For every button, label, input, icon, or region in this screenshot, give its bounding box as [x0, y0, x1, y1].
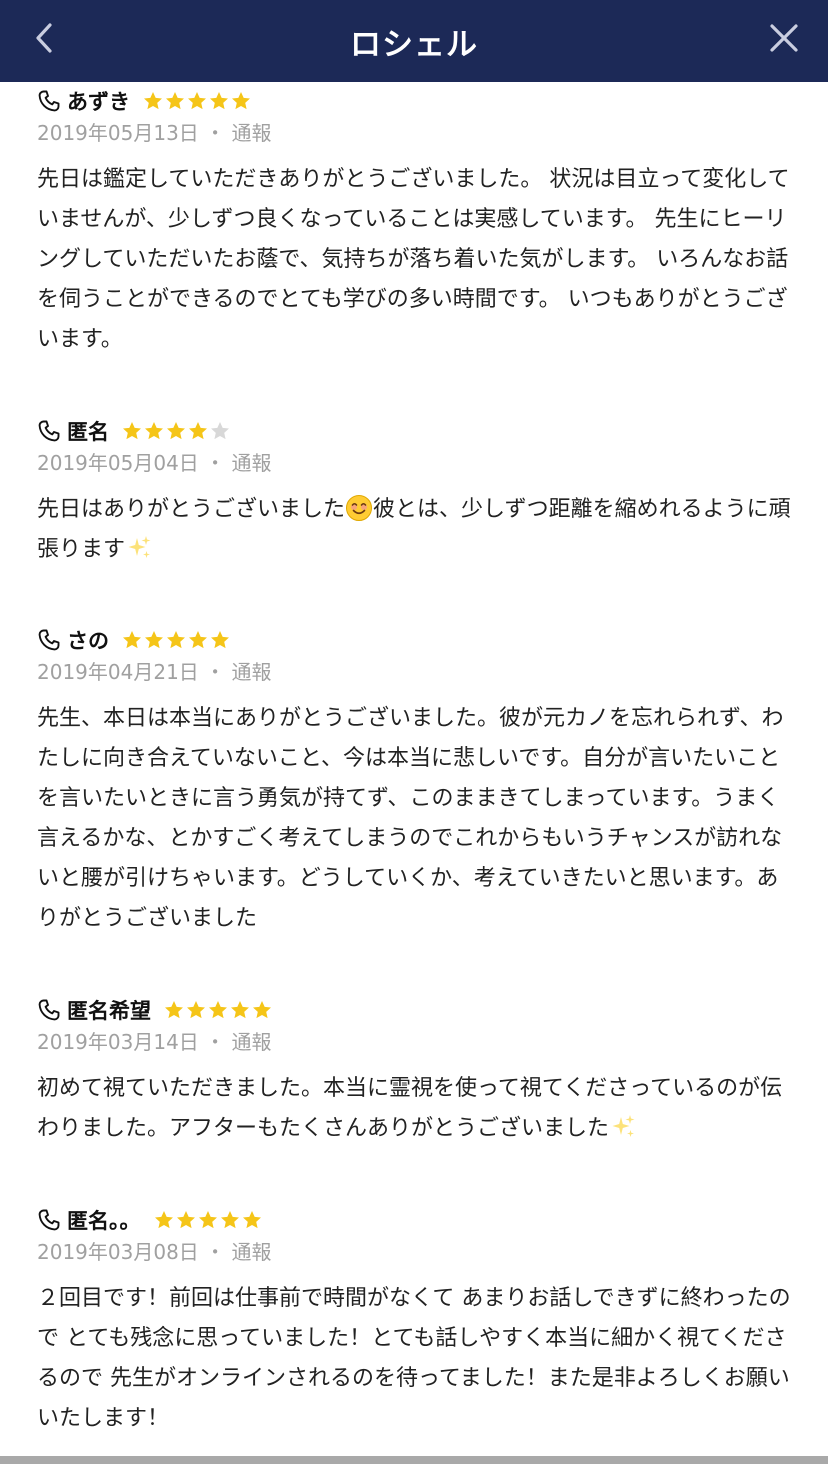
star-empty-icon	[211, 422, 229, 440]
review-item: 匿名。。 2019年03月08日 ・ 通報 ２回目です！前回は仕事前で時間がなく…	[0, 1203, 828, 1439]
review-date: 2019年03月08日	[37, 1240, 199, 1264]
chevron-left-icon	[36, 23, 52, 53]
star-filled-icon	[188, 92, 206, 110]
meta-separator: ・	[205, 660, 226, 684]
review-date: 2019年05月04日	[37, 451, 199, 475]
star-filled-icon	[189, 422, 207, 440]
star-filled-icon	[166, 92, 184, 110]
star-filled-icon	[187, 1001, 205, 1019]
review-header: あずき	[37, 84, 792, 118]
star-filled-icon	[144, 92, 162, 110]
review-text-part: 初めて視ていただきました。本当に霊視を使って視てくださっているのが伝わりました。…	[37, 1076, 783, 1141]
report-link[interactable]: 通報	[232, 660, 272, 684]
meta-separator: ・	[205, 1030, 226, 1054]
star-filled-icon	[198, 1211, 217, 1229]
review-header: 匿名。。	[37, 1203, 792, 1237]
review-text: 初めて視ていただきました。本当に霊視を使って視てくださっているのが伝わりました。…	[37, 1069, 792, 1149]
star-filled-icon	[165, 1001, 183, 1019]
review-date: 2019年04月21日	[37, 660, 199, 684]
star-filled-icon	[145, 422, 163, 440]
report-link[interactable]: 通報	[232, 121, 272, 145]
reviewer-name: 匿名	[67, 420, 109, 444]
review-text: 先日はありがとうございました 彼とは、少しずつ距離を縮めれるように頑張ります	[37, 490, 792, 570]
review-meta: 2019年05月13日 ・ 通報	[37, 118, 792, 148]
sparkles-emoji-icon	[609, 1113, 637, 1141]
review-text: ２回目です！前回は仕事前で時間がなくて あまりお話しできずに終わったので とても…	[37, 1286, 791, 1431]
review-item: さの 2019年04月21日 ・ 通報 先生、本日は本当にありがとうございました…	[0, 623, 828, 939]
report-link[interactable]: 通報	[232, 451, 272, 475]
star-rating	[163, 999, 273, 1021]
review-meta: 2019年05月04日 ・ 通報	[37, 448, 792, 478]
header-bar: ロシェル	[0, 0, 828, 82]
review-text-part: 先日はありがとうございました	[37, 497, 346, 522]
star-rating	[142, 90, 252, 112]
star-rating	[121, 420, 231, 442]
star-filled-icon	[232, 92, 250, 110]
report-link[interactable]: 通報	[232, 1240, 272, 1264]
close-button[interactable]	[762, 16, 806, 60]
reviewer-name: 匿名。。	[67, 1209, 141, 1233]
meta-separator: ・	[205, 121, 226, 145]
phone-icon	[37, 89, 61, 113]
star-filled-icon	[123, 631, 141, 649]
meta-separator: ・	[205, 1240, 226, 1264]
review-date: 2019年05月13日	[37, 121, 199, 145]
star-filled-icon	[231, 1001, 249, 1019]
star-filled-icon	[209, 1001, 227, 1019]
star-filled-icon	[242, 1211, 261, 1229]
review-meta: 2019年04月21日 ・ 通報	[37, 657, 792, 687]
page-title: ロシェル	[350, 26, 478, 63]
back-button[interactable]	[24, 16, 64, 60]
bottom-divider	[0, 1456, 828, 1464]
review-header: 匿名	[37, 414, 792, 448]
phone-icon	[37, 419, 61, 443]
star-filled-icon	[210, 92, 228, 110]
close-icon	[770, 24, 798, 52]
review-text: 先生、本日は本当にありがとうございました。彼が元カノを忘れられず、わたしに向き合…	[37, 706, 784, 931]
phone-icon	[37, 998, 61, 1022]
review-item: 匿名希望 2019年03月14日 ・ 通報 初めて視ていただきました。本当に霊視…	[0, 993, 828, 1149]
sparkles-emoji-icon	[125, 534, 153, 562]
star-filled-icon	[189, 631, 207, 649]
star-filled-icon	[123, 422, 141, 440]
star-filled-icon	[253, 1001, 271, 1019]
star-filled-icon	[211, 631, 229, 649]
review-date: 2019年03月14日	[37, 1030, 199, 1054]
review-header: さの	[37, 623, 792, 657]
star-rating	[153, 1209, 263, 1231]
star-filled-icon	[167, 422, 185, 440]
star-filled-icon	[167, 631, 185, 649]
reviewer-name: さの	[67, 629, 109, 653]
star-filled-icon	[176, 1211, 195, 1229]
reviewer-name: あずき	[67, 90, 130, 114]
meta-separator: ・	[205, 451, 226, 475]
star-filled-icon	[154, 1211, 173, 1229]
review-meta: 2019年03月08日 ・ 通報	[37, 1237, 792, 1267]
report-link[interactable]: 通報	[232, 1030, 272, 1054]
smiling-face-emoji-icon	[345, 494, 373, 522]
review-meta: 2019年03月14日 ・ 通報	[37, 1027, 792, 1057]
review-item: あずき 2019年05月13日 ・ 通報 先日は鑑定していただきありがとうござい…	[0, 84, 828, 360]
phone-icon	[37, 628, 61, 652]
star-rating	[121, 629, 231, 651]
phone-icon	[37, 1208, 61, 1232]
star-filled-icon	[145, 631, 163, 649]
review-header: 匿名希望	[37, 993, 792, 1027]
review-text: 先日は鑑定していただきありがとうございました。 状況は目立って変化していませんが…	[37, 167, 790, 352]
reviewer-name: 匿名希望	[67, 999, 151, 1023]
review-item: 匿名 2019年05月04日 ・ 通報 先日はありがとうございました 彼とは、少し…	[0, 414, 828, 570]
star-filled-icon	[220, 1211, 239, 1229]
